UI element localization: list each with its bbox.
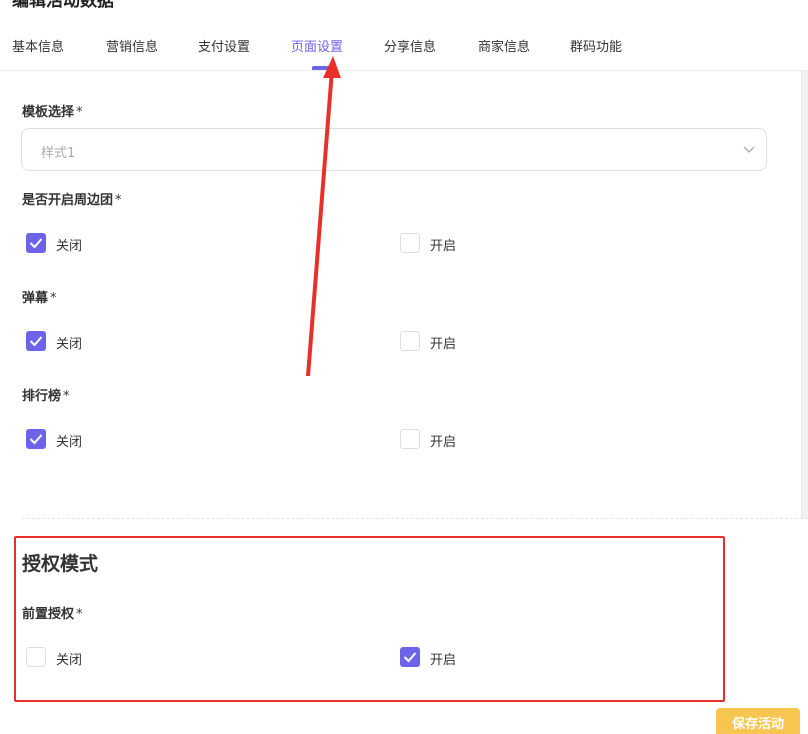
template-select-value: 样式1	[41, 146, 76, 161]
template-label-text: 模板选择	[22, 105, 75, 120]
pre-auth-label: 前置授权 *	[22, 603, 83, 622]
page-title: 编辑活动数据	[12, 0, 114, 11]
checkbox-unchecked[interactable]	[400, 331, 420, 351]
barrage-label: 弹幕 *	[22, 287, 57, 306]
option-label: 关闭	[56, 337, 83, 352]
page: 编辑活动数据 基本信息 营销信息 支付设置 页面设置 分享信息 商家信息 群码功…	[0, 0, 808, 734]
active-tab-indicator	[312, 66, 334, 70]
checkmark-icon	[29, 336, 43, 347]
auth-section-title: 授权模式	[22, 553, 99, 575]
pre-auth-label-text: 前置授权	[22, 607, 75, 622]
checkbox-unchecked[interactable]	[400, 233, 420, 253]
section-divider	[22, 518, 808, 519]
checkmark-icon	[403, 652, 417, 663]
checkbox-unchecked[interactable]	[26, 647, 46, 667]
leaderboard-label-text: 排行榜	[22, 389, 62, 404]
option-label: 开启	[430, 337, 457, 352]
option-label: 开启	[430, 239, 457, 254]
nearby-group-label: 是否开启周边团 *	[22, 189, 122, 208]
template-label: 模板选择 *	[22, 101, 83, 120]
checkbox-checked[interactable]	[26, 331, 46, 351]
required-mark: *	[50, 291, 57, 306]
tab-group-code[interactable]: 群码功能	[570, 36, 622, 55]
option-label: 关闭	[56, 239, 83, 254]
required-mark: *	[76, 105, 83, 120]
checkbox-unchecked[interactable]	[400, 429, 420, 449]
save-activity-button[interactable]: 保存活动	[716, 708, 800, 734]
option-label: 关闭	[56, 435, 83, 450]
annotation-highlight-box	[14, 536, 725, 702]
tab-merchant-info[interactable]: 商家信息	[478, 36, 530, 55]
nearby-group-label-text: 是否开启周边团	[22, 193, 114, 208]
save-activity-label: 保存活动	[731, 717, 784, 732]
template-select[interactable]: 样式1	[21, 128, 767, 171]
option-label: 关闭	[56, 653, 83, 668]
chevron-down-icon	[743, 146, 755, 153]
leaderboard-label: 排行榜 *	[22, 385, 70, 404]
tab-payment-settings[interactable]: 支付设置	[198, 36, 250, 55]
tab-share-info[interactable]: 分享信息	[384, 36, 436, 55]
checkbox-checked[interactable]	[400, 647, 420, 667]
required-mark: *	[76, 607, 83, 622]
option-label: 开启	[430, 435, 457, 450]
checkbox-checked[interactable]	[26, 233, 46, 253]
required-mark: *	[63, 389, 70, 404]
checkmark-icon	[29, 434, 43, 445]
tab-bar: 基本信息 营销信息 支付设置 页面设置 分享信息 商家信息 群码功能	[0, 28, 808, 71]
checkbox-checked[interactable]	[26, 429, 46, 449]
scrollbar[interactable]	[801, 71, 808, 519]
tab-page-settings[interactable]: 页面设置	[291, 36, 343, 55]
barrage-label-text: 弹幕	[22, 291, 49, 306]
annotation-arrow-icon	[306, 56, 341, 376]
checkmark-icon	[29, 238, 43, 249]
required-mark: *	[115, 193, 122, 208]
tab-basic-info[interactable]: 基本信息	[12, 36, 64, 55]
option-label: 开启	[430, 653, 457, 668]
tab-marketing-info[interactable]: 营销信息	[106, 36, 158, 55]
